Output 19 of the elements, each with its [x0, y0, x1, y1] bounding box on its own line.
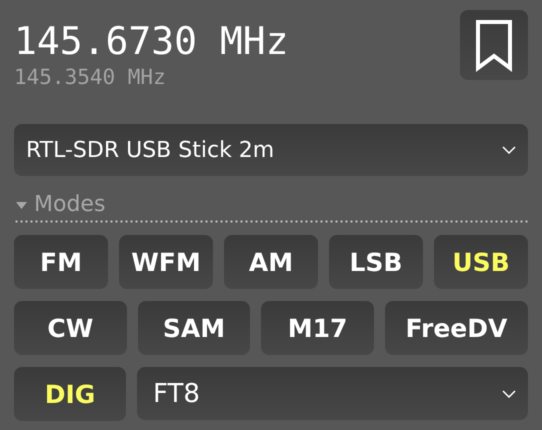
offset-frequency: 145.3540 MHz	[14, 64, 167, 90]
mode-button[interactable]: CW	[14, 301, 127, 355]
mode-button[interactable]: WFM	[119, 235, 213, 289]
mode-button[interactable]: FreeDV	[384, 301, 528, 355]
mode-button[interactable]: SAM	[138, 301, 250, 355]
bookmark-icon	[474, 18, 514, 72]
mode-button[interactable]: LSB	[329, 235, 423, 289]
digital-mode-dropdown[interactable]: FT8	[137, 367, 528, 420]
mode-button[interactable]: AM	[224, 235, 318, 289]
bookmark-button[interactable]	[460, 10, 528, 80]
mode-button[interactable]: DIG	[14, 367, 126, 421]
mode-button[interactable]: M17	[261, 301, 374, 355]
device-dropdown[interactable]: RTL-SDR USB Stick 2m	[14, 124, 528, 176]
chevron-down-icon	[502, 146, 516, 154]
chevron-down-icon	[502, 390, 516, 398]
triangle-icon	[16, 202, 27, 208]
frequency-display: 145.6730 MHz	[14, 18, 289, 64]
mode-button[interactable]: FM	[14, 235, 108, 289]
mode-button[interactable]: USB	[434, 235, 528, 289]
